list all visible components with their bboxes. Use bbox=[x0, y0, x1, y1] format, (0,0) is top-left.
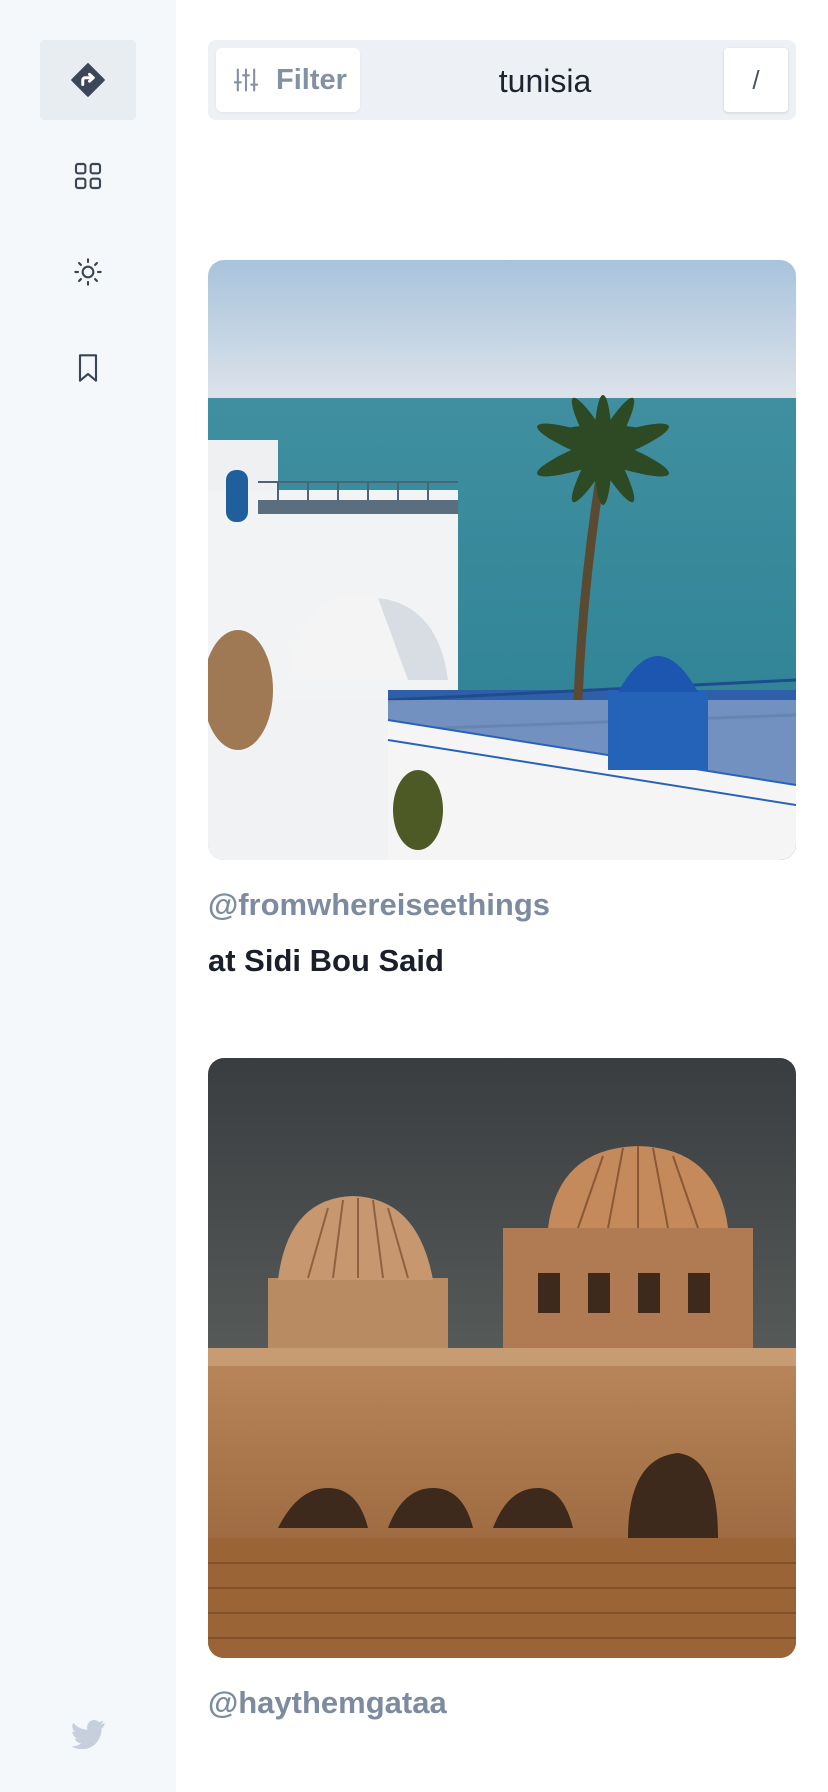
search-input[interactable] bbox=[378, 48, 712, 114]
sidebar bbox=[0, 0, 176, 1792]
sidebar-item-theme[interactable] bbox=[40, 232, 136, 312]
filter-button[interactable]: Filter bbox=[216, 48, 360, 112]
sliders-icon bbox=[232, 66, 260, 94]
grid-icon bbox=[72, 160, 104, 192]
filter-label: Filter bbox=[276, 63, 347, 96]
directions-icon bbox=[70, 62, 106, 98]
sun-icon bbox=[72, 256, 104, 288]
twitter-icon bbox=[71, 1719, 105, 1754]
sidebar-item-directions[interactable] bbox=[40, 40, 136, 120]
photo-kairouan-mosque[interactable] bbox=[208, 1058, 796, 1658]
search-bar: Filter / bbox=[208, 40, 796, 120]
search-shortcut-key: / bbox=[724, 48, 788, 112]
twitter-link[interactable] bbox=[40, 1696, 136, 1776]
card-username[interactable]: @fromwhereiseethings bbox=[208, 884, 796, 926]
bookmark-icon bbox=[72, 350, 104, 386]
sidebar-item-grid[interactable] bbox=[40, 136, 136, 216]
sidebar-item-bookmarks[interactable] bbox=[40, 328, 136, 408]
card-username[interactable]: @haythemgataa bbox=[208, 1682, 796, 1724]
app: Filter / bbox=[0, 0, 828, 1792]
photo-sidi-bou-said[interactable] bbox=[208, 260, 796, 860]
photo-card[interactable]: @fromwhereiseethings at Sidi Bou Said bbox=[208, 260, 796, 982]
photo-card[interactable]: @haythemgataa bbox=[208, 1058, 796, 1724]
card-caption: at Sidi Bou Said bbox=[208, 943, 444, 978]
